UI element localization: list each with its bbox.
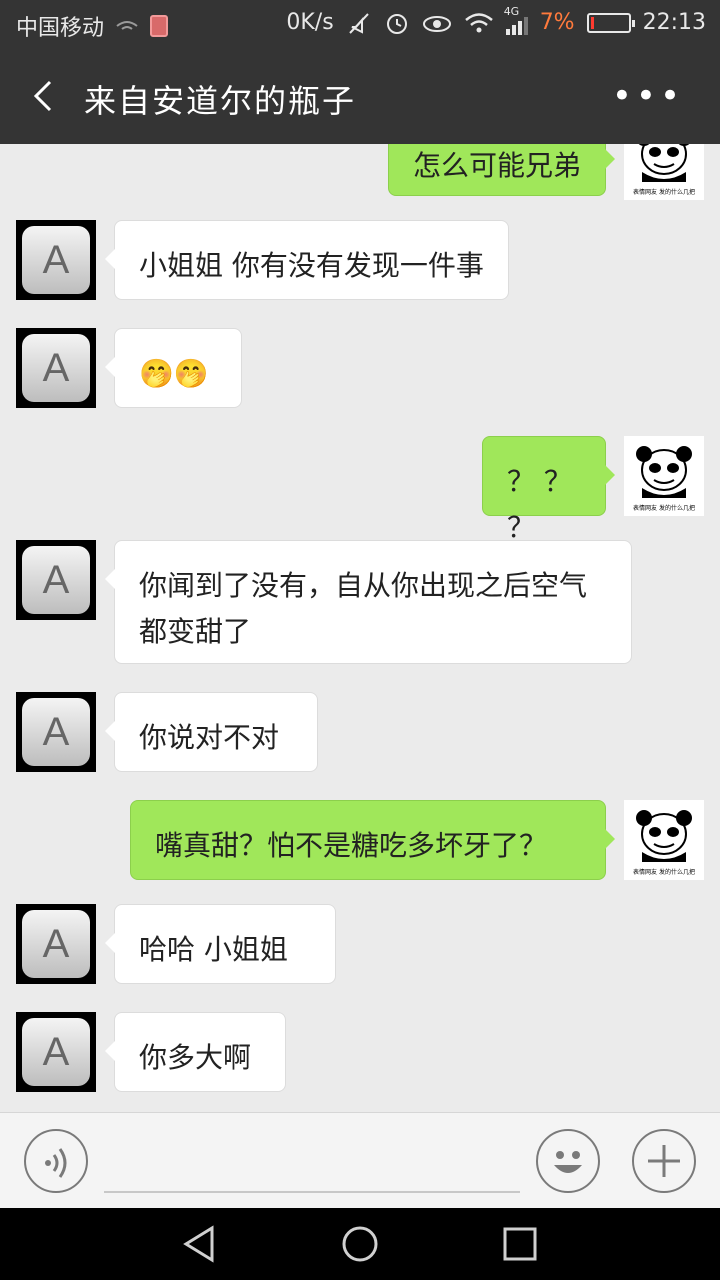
sim-card-icon — [150, 15, 169, 37]
message-list[interactable]: 怎么可能兄弟 表情网友 发的什么几把 A 小姐姐 你有没有发现一件事 A 🤭🤭 — [0, 144, 720, 1112]
letter-a-key-icon: A — [22, 1018, 90, 1086]
voice-icon — [45, 1148, 67, 1178]
plus-icon — [648, 1145, 680, 1177]
battery-percent: 7% — [539, 10, 575, 35]
message-bubble-other[interactable]: 哈哈 小姐姐 — [105, 904, 336, 984]
message-bubble-other[interactable]: 你说对不对 — [105, 692, 318, 772]
network-type: 4G — [503, 4, 520, 18]
self-avatar[interactable]: 表情网友 发的什么几把 — [624, 800, 704, 880]
emoji-icon — [554, 1151, 582, 1173]
plus-button[interactable] — [632, 1129, 696, 1193]
wifi-hotspot-icon — [116, 21, 138, 30]
message-bubble-other[interactable]: 小姐姐 你有没有发现一件事 — [105, 220, 509, 300]
message-input[interactable] — [104, 1191, 520, 1193]
self-avatar[interactable]: 表情网友 发的什么几把 — [624, 436, 704, 516]
clock: 22:13 — [642, 10, 706, 35]
eye-comfort-icon — [422, 15, 451, 32]
panda-face-icon: 表情网友 发的什么几把 — [633, 810, 695, 876]
nav-home-icon[interactable] — [340, 1224, 380, 1264]
voice-button[interactable] — [24, 1129, 88, 1193]
contact-avatar[interactable]: A — [16, 328, 96, 408]
panda-face-icon: 表情网友 发的什么几把 — [633, 446, 695, 512]
contact-avatar[interactable]: A — [16, 220, 96, 300]
alarm-icon — [386, 13, 407, 34]
contact-avatar[interactable]: A — [16, 1012, 96, 1092]
battery-icon — [586, 12, 635, 33]
sticker-caption: 表情网友 发的什么几把 — [633, 188, 695, 196]
message-bubble-other[interactable]: 你多大啊 — [105, 1012, 286, 1092]
more-dots-icon[interactable]: ••• — [612, 79, 684, 113]
wifi-icon — [464, 12, 493, 32]
message-bubble-own[interactable]: ？ ？ ？ — [482, 436, 615, 544]
letter-a-key-icon: A — [22, 910, 90, 978]
message-bubble-other[interactable]: 你闻到了没有，自从你出现之后空气都变甜了 — [105, 540, 632, 664]
sticker-caption: 表情网友 发的什么几把 — [633, 868, 695, 876]
system-nav-bar — [0, 1208, 720, 1280]
contact-avatar[interactable]: A — [16, 904, 96, 984]
input-bar — [0, 1112, 720, 1209]
net-speed: 0K/s — [286, 10, 334, 35]
sticker-caption: 表情网友 发的什么几把 — [633, 504, 695, 512]
letter-a-key-icon: A — [22, 546, 90, 614]
back-arrow-icon[interactable] — [28, 78, 64, 114]
letter-a-key-icon: A — [22, 226, 90, 294]
letter-a-key-icon: A — [22, 698, 90, 766]
chat-header: 来自安道尔的瓶子 ••• — [0, 50, 720, 144]
contact-avatar[interactable]: A — [16, 692, 96, 772]
status-bar: 中国移动 0K/s 4G 7% 22:13 — [0, 0, 720, 50]
nav-back-icon[interactable] — [180, 1224, 220, 1264]
chat-title: 来自安道尔的瓶子 — [84, 82, 357, 120]
message-bubble-own[interactable]: 怎么可能兄弟 — [387, 144, 616, 196]
mute-icon — [348, 12, 369, 34]
self-avatar[interactable]: 表情网友 发的什么几把 — [624, 144, 704, 200]
carrier-label: 中国移动 — [16, 16, 105, 41]
nav-recent-icon[interactable] — [500, 1224, 540, 1264]
contact-avatar[interactable]: A — [16, 540, 96, 620]
cell-signal-icon: 4G — [504, 5, 528, 35]
message-bubble-other[interactable]: 🤭🤭 — [105, 328, 242, 408]
message-bubble-own[interactable]: 嘴真甜？怕不是糖吃多坏牙了？ — [130, 800, 615, 880]
letter-a-key-icon: A — [22, 334, 90, 402]
emoji-button[interactable] — [536, 1129, 600, 1193]
panda-face-icon: 表情网友 发的什么几把 — [633, 144, 695, 196]
